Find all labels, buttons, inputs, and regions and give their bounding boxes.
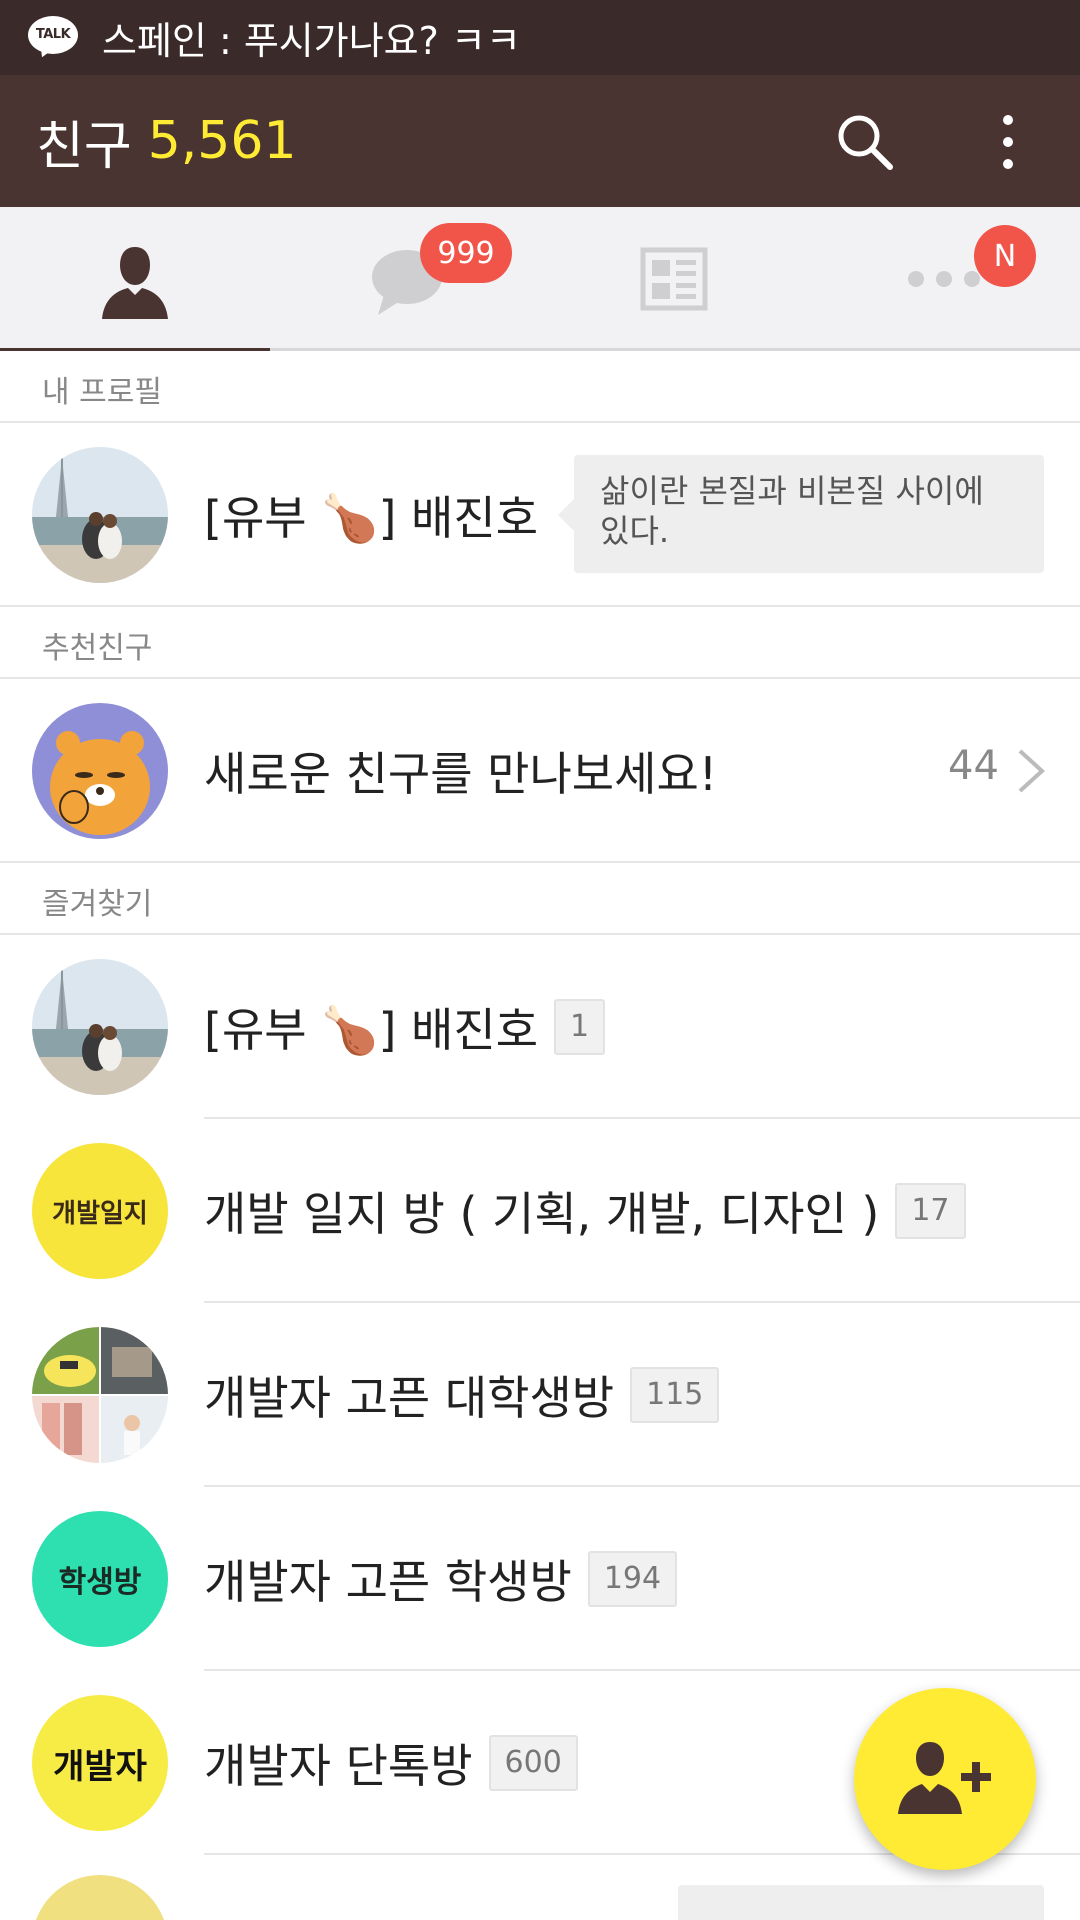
person-icon [102, 247, 168, 319]
tab-news[interactable] [540, 207, 810, 351]
chat-name: 개발자 고픈 대학생방 [204, 1371, 615, 1425]
tab-chats[interactable]: 999 [270, 207, 540, 351]
friend-count: 5,561 [147, 111, 297, 171]
more-vertical-icon[interactable] [990, 115, 1026, 169]
list-item[interactable]: 학생방 개발자 고픈 학생방 194 [0, 1487, 1080, 1671]
member-count: 1 [554, 999, 606, 1055]
section-recommended: 추천친구 [0, 607, 1080, 679]
avatar: 학생방 [32, 1511, 168, 1647]
avatar [32, 959, 168, 1095]
chat-name: 개발 일지 방 ( 기획, 개발, 디자인 ) [204, 1187, 880, 1241]
section-title: 내 프로필 [42, 375, 162, 410]
member-count: 17 [895, 1183, 966, 1239]
more-badge: N [974, 225, 1036, 287]
section-title: 즐겨찾기 [42, 887, 153, 922]
list-item[interactable]: 개발일지 개발 일지 방 ( 기획, 개발, 디자인 ) 17 [0, 1119, 1080, 1303]
avatar-text: 개발자 [53, 1746, 147, 1787]
tab-bar: 999 N [0, 207, 1080, 354]
status-message: 삶이란 본질과 비본질 사이에 있다. [558, 455, 1044, 573]
tab-more[interactable]: N [810, 207, 1080, 351]
avatar: 개발일지 [32, 1143, 168, 1279]
notification-text: 스페인 : 푸시가나요? ㅋㅋ [102, 19, 521, 63]
section-title: 추천친구 [42, 631, 153, 666]
section-my-profile: 내 프로필 [0, 351, 1080, 423]
section-favorites: 즐겨찾기 [0, 863, 1080, 935]
status-bar: TALK 스페인 : 푸시가나요? ㅋㅋ [0, 0, 1080, 75]
chat-badge: 999 [420, 223, 512, 283]
recommended-friends-row[interactable]: 새로운 친구를 만나보세요! 44 [0, 679, 1080, 863]
member-count: 194 [587, 1551, 678, 1607]
tab-friends[interactable] [0, 207, 270, 354]
avatar [32, 447, 168, 583]
chat-name: 개발자 고픈 학생방 [204, 1555, 572, 1609]
news-icon [640, 247, 708, 311]
status-message [678, 1885, 1044, 1920]
member-count: 115 [630, 1367, 720, 1423]
my-profile-row[interactable]: [유부 🍗] 배진호 삶이란 본질과 비본질 사이에 있다. [0, 423, 1080, 607]
kakaotalk-icon: TALK [28, 15, 78, 60]
search-icon[interactable] [834, 111, 896, 173]
avatar [32, 703, 168, 839]
avatar [32, 1327, 168, 1463]
chat-name: 개발자 단톡방 [204, 1739, 473, 1793]
avatar-text: 개발일지 [52, 1198, 148, 1229]
chat-name: [유부 🍗] 배진호 [204, 1003, 539, 1057]
avatar: 개발자 [32, 1695, 168, 1831]
list-item[interactable]: 개발자 고픈 대학생방 115 [0, 1303, 1080, 1487]
add-friend-button[interactable] [854, 1688, 1036, 1870]
chevron-right-icon [1018, 749, 1045, 793]
avatar-text: 학생방 [58, 1565, 142, 1600]
member-count: 600 [488, 1735, 578, 1791]
more-horizontal-icon [908, 271, 980, 287]
recommended-text: 새로운 친구를 만나보세요! [204, 747, 718, 801]
add-friend-icon [898, 1742, 991, 1814]
profile-name: [유부 🍗] 배진호 [204, 491, 539, 545]
list-item[interactable]: [유부 🍗] 배진호 1 [0, 935, 1080, 1119]
avatar [32, 1875, 168, 1920]
recommended-count: 44 [948, 743, 999, 789]
app-header: 친구 5,561 [0, 75, 1080, 207]
page-title: 친구 [36, 116, 132, 177]
